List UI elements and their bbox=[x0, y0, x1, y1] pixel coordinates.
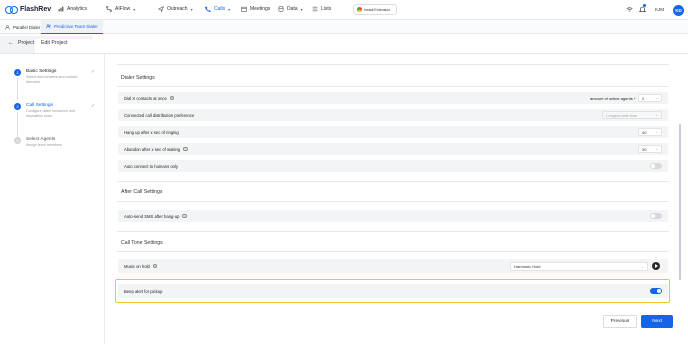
info-icon[interactable]: i bbox=[169, 95, 175, 101]
step-title: Select Agents bbox=[26, 137, 56, 142]
info-icon[interactable]: i bbox=[152, 263, 158, 269]
step-desc: Configure dialer behaviors and dispositi… bbox=[26, 109, 75, 118]
chevron-down-icon: ▾ bbox=[190, 6, 193, 12]
chrome-icon bbox=[357, 7, 362, 12]
chevron-down-icon: ▾ bbox=[228, 6, 231, 12]
nav-outreach[interactable]: Outreach ▾ bbox=[158, 6, 193, 12]
user-initials: KJM bbox=[655, 7, 664, 12]
section-title-call-tone: Call Tone Settings bbox=[121, 240, 163, 246]
setting-row-auto-sms: Auto-send SMS after hang-up i bbox=[118, 210, 668, 222]
tab-parallel-dialer[interactable]: Parallel Dialer bbox=[0, 20, 45, 34]
step-desc: Assign team members bbox=[26, 143, 62, 147]
chevron-down-icon: ⌄ bbox=[655, 96, 658, 100]
tab-predictive-team-dialer[interactable]: Predictive Team Dialer bbox=[41, 20, 103, 34]
info-icon[interactable]: i bbox=[182, 213, 187, 219]
divider bbox=[117, 181, 669, 182]
nav-calls[interactable]: Calls ▾ bbox=[205, 6, 230, 12]
back-arrow-icon[interactable]: ← bbox=[8, 40, 14, 46]
breadcrumb-current: Edit Project bbox=[41, 40, 68, 46]
scrollbar[interactable] bbox=[679, 124, 681, 280]
music-on-hold-select[interactable]: Harmonic Hold ⌄ bbox=[510, 261, 648, 271]
notification-bell-icon[interactable] bbox=[639, 6, 646, 13]
step-number: 2 bbox=[14, 103, 21, 110]
install-extension-button[interactable]: Install Extension bbox=[353, 4, 397, 15]
play-icon[interactable] bbox=[652, 262, 660, 270]
step-number: 1 bbox=[14, 69, 21, 76]
top-navbar: FlashRev Analytics AIFlow ▾ Outreach ▾ C… bbox=[0, 0, 688, 20]
team-icon bbox=[46, 24, 51, 29]
chevron-down-icon: ⌄ bbox=[641, 264, 644, 269]
chevron-down-icon: ▾ bbox=[133, 6, 136, 12]
auto-sms-toggle[interactable] bbox=[650, 213, 662, 219]
chevron-down-icon: ⌄ bbox=[655, 147, 658, 151]
setting-row-abandon: Abandon after x sec of waiting i 30 ⌄ bbox=[118, 143, 668, 155]
list-icon bbox=[312, 6, 318, 12]
auto-connect-toggle[interactable] bbox=[650, 163, 662, 169]
step-call-settings[interactable]: 2 Call Settings Configure dialer behavio… bbox=[14, 103, 80, 118]
divider bbox=[117, 64, 669, 65]
chevron-down-icon: ▾ bbox=[300, 6, 303, 12]
step-number: 3 bbox=[14, 137, 21, 144]
divider bbox=[117, 231, 669, 232]
avatar[interactable]: KD bbox=[673, 5, 684, 16]
hangup-select[interactable]: 40 ⌄ bbox=[638, 128, 662, 136]
breadcrumb-project[interactable]: Project bbox=[18, 40, 34, 46]
step-title: Call Settings bbox=[26, 103, 53, 108]
logo-text: FlashRev bbox=[20, 5, 52, 13]
analytics-icon bbox=[58, 6, 64, 12]
step-desc: Select dial numbers and contact list/not… bbox=[26, 75, 78, 84]
setting-row-dial-x: Dial X contacts at once i amount of onli… bbox=[118, 92, 668, 104]
setting-row-auto-connect: Auto connect to humans only bbox=[118, 160, 668, 172]
setting-row-hangup: Hang up after x sec of ringing 40 ⌄ bbox=[118, 126, 668, 138]
dialer-tabs: Parallel Dialer Predictive Team Dialer bbox=[0, 20, 688, 34]
nav-lists[interactable]: Lists bbox=[312, 6, 331, 12]
chevron-down-icon: ⌄ bbox=[655, 130, 658, 134]
wifi-icon[interactable] bbox=[626, 6, 633, 13]
section-title-dialer: Dialer Settings bbox=[121, 75, 155, 81]
breadcrumb: ← Project bbox=[8, 40, 34, 46]
step-basic-settings[interactable]: 1 Basic Settings Select dial numbers and… bbox=[14, 69, 80, 84]
step-title: Basic Settings bbox=[26, 69, 57, 74]
nav-analytics[interactable]: Analytics bbox=[58, 6, 87, 12]
info-icon[interactable]: i bbox=[183, 146, 188, 152]
divider bbox=[117, 251, 669, 252]
nav-meetings[interactable]: Meetings bbox=[241, 6, 270, 12]
setting-row-music-on-hold: Music on hold i Harmonic Hold ⌄ bbox=[118, 259, 668, 273]
nav-aiflow[interactable]: AIFlow ▾ bbox=[106, 6, 135, 12]
user-icon bbox=[5, 24, 10, 30]
nav-data[interactable]: Data ▾ bbox=[278, 6, 303, 12]
dial-x-suffix-label: amount of online agents * bbox=[590, 95, 636, 101]
flashrev-logo-icon bbox=[5, 5, 18, 14]
highlight-frame bbox=[115, 279, 670, 303]
flow-icon bbox=[106, 6, 112, 12]
abandon-select[interactable]: 30 ⌄ bbox=[638, 145, 662, 153]
next-button[interactable]: Next bbox=[641, 315, 673, 328]
chevron-down-icon: ⌄ bbox=[655, 113, 658, 117]
step-select-agents[interactable]: 3 Select Agents Assign team members bbox=[14, 137, 80, 148]
previous-button[interactable]: Previous bbox=[603, 315, 637, 328]
calendar-icon bbox=[241, 6, 247, 12]
distribution-select[interactable]: Longest wait time ⌄ bbox=[602, 111, 662, 119]
divider bbox=[117, 86, 669, 87]
setting-row-distribution: Connected call distribution preference L… bbox=[118, 109, 668, 121]
dial-x-select[interactable]: 2 ⌄ bbox=[638, 94, 662, 102]
divider bbox=[117, 201, 669, 202]
phone-icon bbox=[205, 6, 211, 12]
check-icon: ✓ bbox=[91, 69, 96, 75]
send-icon bbox=[158, 6, 164, 12]
steps-sidebar: 1 Basic Settings Select dial numbers and… bbox=[0, 53, 105, 344]
section-title-after-call: After Call Settings bbox=[121, 189, 163, 195]
check-icon: ✓ bbox=[91, 103, 96, 109]
app-logo[interactable]: FlashRev bbox=[5, 5, 52, 14]
database-icon bbox=[278, 6, 284, 12]
notification-dot bbox=[643, 4, 646, 7]
